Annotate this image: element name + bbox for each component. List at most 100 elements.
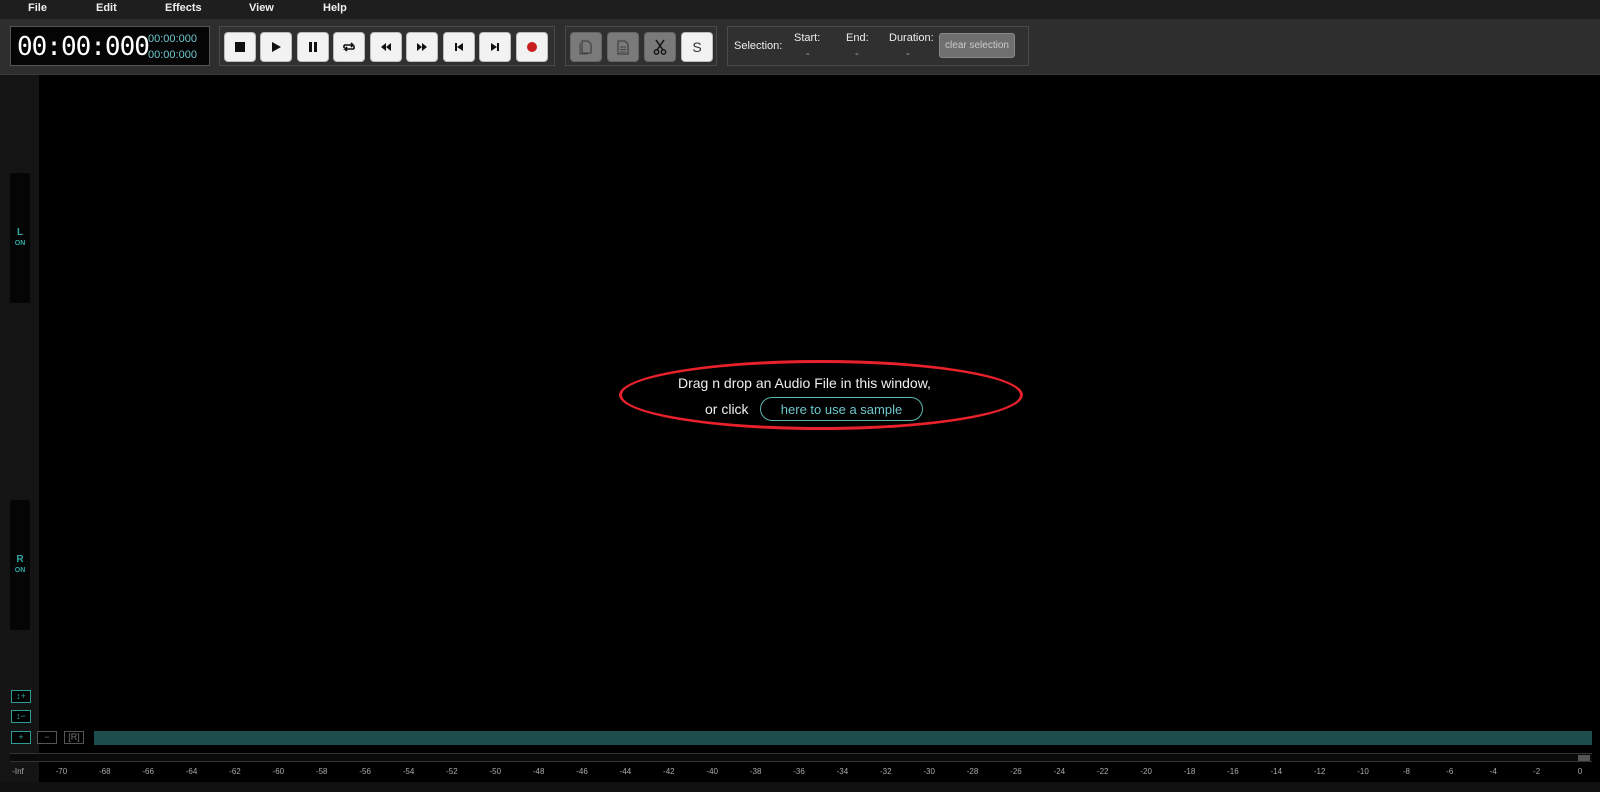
- menu-help[interactable]: Help: [323, 2, 347, 14]
- menu-view[interactable]: View: [249, 2, 274, 14]
- rewind-icon: [381, 43, 391, 51]
- copy-icon: [579, 40, 592, 55]
- scale-label: -40: [706, 767, 718, 776]
- scale-label: -10: [1357, 767, 1369, 776]
- skip-to-end-button[interactable]: [479, 32, 511, 62]
- left-channel-status: ON: [14, 240, 26, 247]
- channel-column: L ON R ON: [0, 75, 39, 792]
- selection-panel: Selection: Start: - End: - Duration: - c…: [727, 26, 1029, 66]
- fast-forward-button[interactable]: [406, 32, 438, 62]
- scale-label: -2: [1533, 767, 1541, 776]
- clear-selection-button[interactable]: clear selection: [939, 33, 1015, 58]
- scale-label: -14: [1270, 767, 1283, 776]
- selection-end-value: -: [855, 48, 859, 60]
- right-channel-status: ON: [14, 567, 26, 574]
- cut-button[interactable]: [644, 32, 676, 62]
- scale-label: -30: [923, 767, 935, 776]
- copy-button[interactable]: [570, 32, 602, 62]
- scale-label: -46: [576, 767, 588, 776]
- stop-icon: [235, 42, 245, 52]
- zoom-reset-button[interactable]: [R]: [64, 731, 84, 744]
- scale-label: -8: [1402, 767, 1410, 776]
- scissors-icon: [653, 39, 667, 55]
- highlight-ellipse: [619, 360, 1023, 430]
- stop-button[interactable]: [224, 32, 256, 62]
- skip-to-end-icon: [491, 43, 499, 51]
- vertical-zoom-out-button[interactable]: ↕−: [11, 710, 31, 723]
- scale-label: 0: [1577, 767, 1583, 776]
- scale-label: -66: [142, 767, 154, 776]
- scale-label: -18: [1183, 767, 1196, 776]
- scale-label: -70: [55, 767, 68, 776]
- pause-button[interactable]: [297, 32, 329, 62]
- zoom-out-button[interactable]: −: [37, 731, 57, 744]
- skip-to-start-button[interactable]: [443, 32, 475, 62]
- scale-label: -48: [532, 767, 545, 776]
- left-channel-toggle[interactable]: L ON: [10, 173, 30, 303]
- paste-button[interactable]: [607, 32, 639, 62]
- play-icon: [272, 42, 281, 52]
- edit-tools: S: [565, 26, 717, 66]
- scale-label: -4: [1489, 767, 1497, 776]
- scale-label: -58: [315, 767, 328, 776]
- scale-label: -56: [359, 767, 371, 776]
- scrollbar-thumb[interactable]: [1578, 755, 1590, 761]
- current-time: 00:00:000: [17, 32, 150, 62]
- scale-label: -Inf: [12, 767, 24, 776]
- transport-controls: [219, 26, 555, 66]
- vertical-zoom-in-button[interactable]: ↕+: [11, 690, 31, 703]
- right-channel-toggle[interactable]: R ON: [10, 500, 30, 630]
- selection-start-value: -: [806, 48, 810, 60]
- toolbar: 00:00:000 00:00:000 00:00:000 S Selectio…: [0, 20, 1600, 75]
- menu-edit[interactable]: Edit: [96, 2, 117, 14]
- zoom-in-button[interactable]: +: [11, 731, 31, 744]
- scale-label: -62: [229, 767, 241, 776]
- scale-label: -38: [749, 767, 762, 776]
- horizontal-scrollbar[interactable]: [10, 753, 1592, 762]
- pause-icon: [309, 42, 317, 52]
- selection-duration-label: Duration:: [889, 32, 934, 44]
- paste-icon: [617, 39, 629, 55]
- s-button-label: S: [692, 39, 702, 55]
- scale-label: -24: [1053, 767, 1066, 776]
- scale-label: -60: [272, 767, 285, 776]
- db-scale: -Inf -70 -68 -66 -64 -62 -60 -58 -56 -54 -52 -50 -48…: [0, 767, 1600, 781]
- bottom-strip: [0, 782, 1600, 792]
- menu-bar: File Edit Effects View Help: [0, 0, 1600, 20]
- scale-label: -28: [966, 767, 979, 776]
- record-icon: [527, 42, 537, 52]
- selection-end-label: End:: [846, 32, 869, 44]
- menu-file[interactable]: File: [28, 2, 47, 14]
- scale-label: -26: [1010, 767, 1022, 776]
- scale-label: -20: [1140, 767, 1152, 776]
- selection-start-label: Start:: [794, 32, 821, 44]
- selection-label: Selection:: [734, 40, 783, 52]
- scale-label: -54: [402, 767, 415, 776]
- scale-label: -50: [489, 767, 502, 776]
- scale-label: -6: [1446, 767, 1454, 776]
- scale-label: -34: [836, 767, 849, 776]
- record-button[interactable]: [516, 32, 548, 62]
- scale-label: -16: [1227, 767, 1239, 776]
- scale-label: -68: [98, 767, 111, 776]
- scale-label: -44: [619, 767, 632, 776]
- selection-duration-value: -: [906, 48, 910, 60]
- s-button[interactable]: S: [681, 32, 713, 62]
- skip-to-start-icon: [455, 43, 463, 51]
- rewind-button[interactable]: [370, 32, 402, 62]
- time-secondary-bottom: 00:00:000: [148, 49, 197, 61]
- right-channel-label: R: [16, 554, 24, 565]
- scale-label: -36: [793, 767, 805, 776]
- scale-label: -22: [1096, 767, 1109, 776]
- time-display: 00:00:000 00:00:000 00:00:000: [10, 26, 210, 66]
- loop-icon: [343, 42, 355, 52]
- left-channel-label: L: [16, 227, 24, 238]
- scale-label: -42: [663, 767, 675, 776]
- loop-button[interactable]: [333, 32, 365, 62]
- play-button[interactable]: [260, 32, 292, 62]
- waveform-overview-bar[interactable]: [94, 731, 1592, 745]
- menu-effects[interactable]: Effects: [165, 2, 202, 14]
- scale-label: -32: [879, 767, 892, 776]
- scale-label: -52: [446, 767, 458, 776]
- scale-label: -64: [185, 767, 198, 776]
